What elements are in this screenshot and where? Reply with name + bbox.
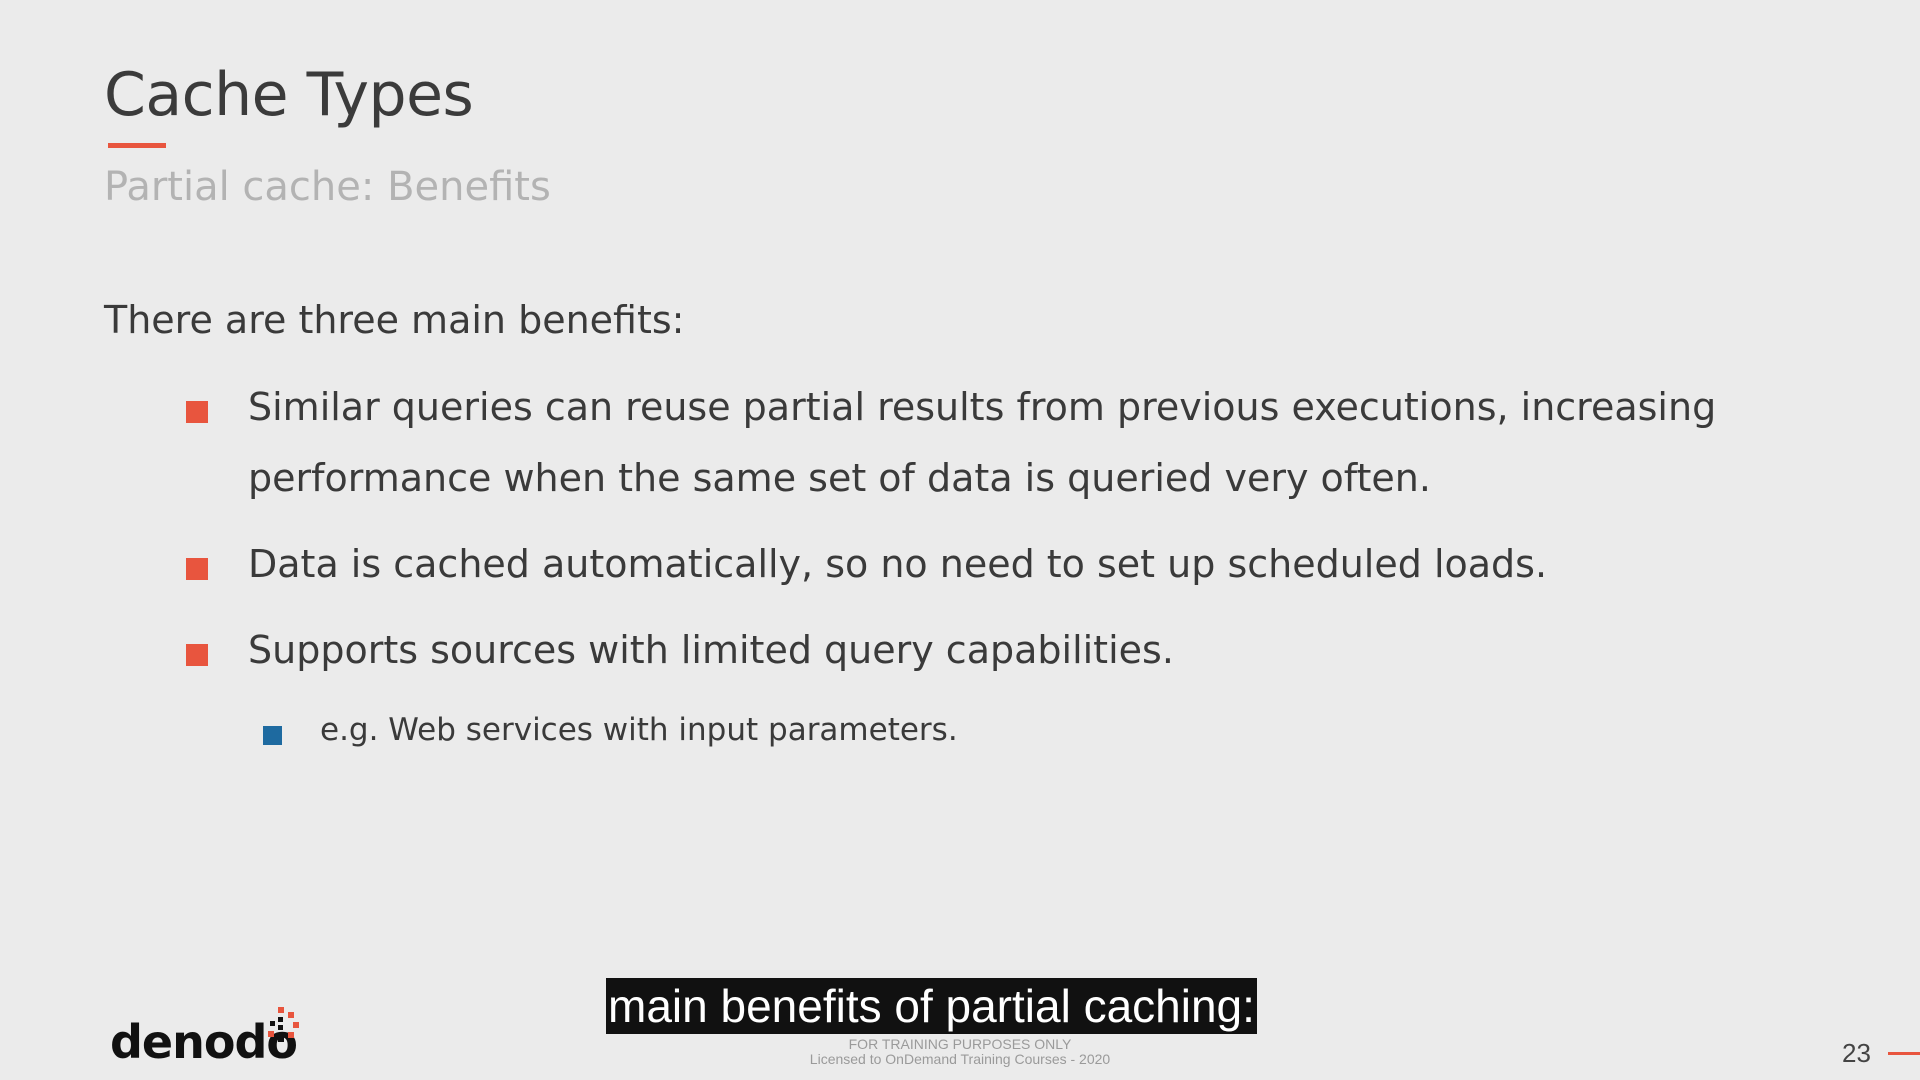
bullet-1-line-2: performance when the same set of data is… [248,456,1431,500]
sub-bullet-square-icon [263,726,282,745]
slide-subtitle: Partial cache: Benefits [104,164,551,210]
page-number: 23 [1842,1038,1871,1068]
title-accent-bar [108,143,166,148]
slide-title: Cache Types [104,60,474,130]
license-notice: Licensed to OnDemand Training Courses - … [809,1051,1111,1067]
training-notice: FOR TRAINING PURPOSES ONLY [848,1036,1072,1052]
intro-text: There are three main benefits: [104,298,685,342]
bullet-square-icon [186,401,208,423]
bullet-1-line-1: Similar queries can reuse partial result… [248,385,1717,429]
bullet-square-icon [186,558,208,580]
sub-bullet-text: e.g. Web services with input parameters. [320,712,958,748]
bullet-square-icon [186,644,208,666]
video-caption: main benefits of partial caching: [606,978,1257,1034]
bullet-2-text: Data is cached automatically, so no need… [248,542,1548,586]
bullet-3-text: Supports sources with limited query capa… [248,628,1174,672]
page-accent-line [1888,1052,1920,1055]
